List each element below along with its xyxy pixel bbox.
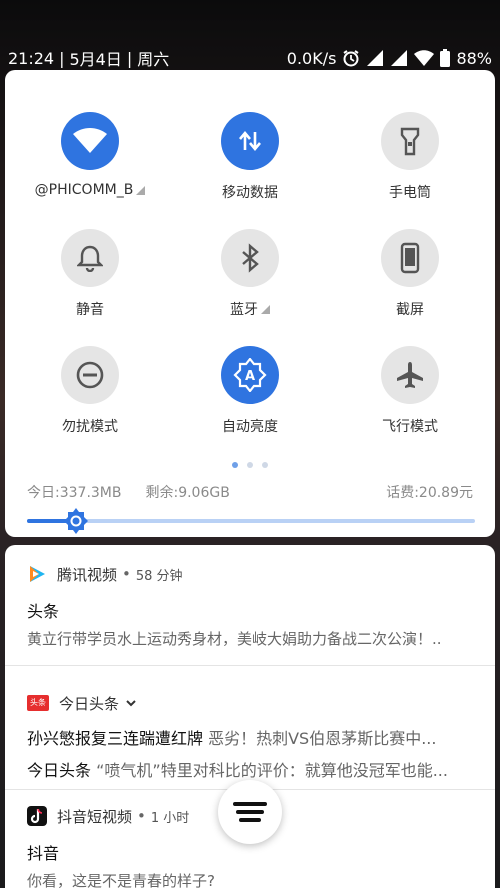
slider-track [27, 519, 475, 523]
page-dot[interactable] [247, 462, 253, 468]
tile-bluetooth-label: 蓝牙 [230, 302, 258, 318]
notification-title: 头条 [27, 602, 60, 621]
tile-label: 手电筒 [389, 185, 431, 201]
phone-icon [381, 229, 439, 287]
app-name: 腾讯视频 [57, 565, 118, 584]
tile-label: 勿扰模式 [62, 419, 118, 435]
douyin-icon [27, 806, 47, 826]
notification-tencent-video[interactable]: 腾讯视频 • 58 分钟 头条 黄立行带学员水上运动秀身材，美岐大娟助力备战二次… [5, 562, 495, 649]
news-summary: 恶劣！热刺VS伯恩茅斯比赛中... [208, 729, 437, 748]
news-source: 今日头条 [27, 761, 92, 780]
alarm-icon [342, 49, 360, 67]
news-summary: “喷气机”特里对科比的评价：就算他没冠军也能... [96, 761, 448, 780]
expand-indicator-icon [261, 304, 270, 314]
brightness-thumb-icon[interactable] [62, 507, 90, 535]
tile-mobile-data[interactable]: 移动数据 [170, 112, 330, 202]
airplane-icon [381, 346, 439, 404]
clock: 21:24 [8, 48, 55, 68]
notification-toutiao[interactable]: 头条 今日头条 孙兴慜报复三连踹遭红牌 恶劣！热刺VS伯恩茅斯比赛中... 今日… [5, 691, 495, 781]
notification-time: 58 分钟 [135, 568, 183, 584]
notification-header: 腾讯视频 • 58 分钟 [27, 562, 473, 586]
auto-brightness-icon: A [221, 346, 279, 404]
news-line[interactable]: 孙兴慜报复三连踹遭红牌 恶劣！热刺VS伯恩茅斯比赛中... [27, 725, 473, 749]
wifi-signal-icon [414, 49, 435, 67]
tile-screenshot[interactable]: 截屏 [330, 229, 490, 319]
app-name: 今日头条 [59, 694, 120, 713]
data-usage-row: 今日:337.3MB 剩余:9.06GB 话费:20.89元 [27, 482, 473, 502]
dot-separator: • [122, 565, 131, 583]
tile-airplane[interactable]: 飞行模式 [330, 346, 490, 436]
mobile-data-icon [221, 112, 279, 170]
signal-icon [390, 49, 408, 67]
separator: | [59, 48, 65, 68]
page-indicator [5, 462, 495, 468]
do-not-disturb-icon [61, 346, 119, 404]
tile-label: 静音 [76, 302, 104, 318]
brightness-slider[interactable] [27, 507, 475, 535]
tile-label: 自动亮度 [222, 419, 278, 435]
notification-time: 1 小时 [150, 810, 190, 826]
tile-wifi-label: @PHICOMM_B [34, 182, 134, 198]
svg-text:A: A [245, 369, 255, 384]
tile-label: @PHICOMM_B [35, 182, 146, 198]
tile-flashlight[interactable]: 手电筒 [330, 112, 490, 202]
tile-label: 移动数据 [222, 185, 278, 201]
tile-bluetooth[interactable]: 蓝牙 [170, 229, 330, 319]
phone-balance[interactable]: 话费:20.89元 [386, 482, 473, 502]
chevron-down-icon[interactable] [125, 694, 137, 712]
wifi-icon [61, 112, 119, 170]
dot-separator: • [137, 807, 146, 825]
tile-auto-brightness[interactable]: A 自动亮度 [170, 346, 330, 436]
news-headline: 孙兴慜报复三连踹遭红牌 [27, 729, 204, 748]
signal-icon [366, 49, 384, 67]
tencent-video-icon [27, 564, 47, 584]
app-name: 抖音短视频 [57, 807, 133, 826]
page-dot[interactable] [262, 462, 268, 468]
divider [5, 665, 495, 666]
tile-label: 飞行模式 [382, 419, 438, 435]
menu-line-icon [233, 802, 267, 806]
weekday: 周六 [137, 50, 170, 69]
page-dot[interactable] [232, 462, 238, 468]
status-left: 21:24 | 5月4日 | 周六 [8, 46, 169, 70]
notification-body: 黄立行带学员水上运动秀身材，美岐大娟助力备战二次公演！.. [27, 630, 442, 648]
notification-body: 你看，这是不是青春的样子? [27, 872, 215, 888]
menu-line-icon [236, 810, 264, 814]
battery-icon [440, 49, 451, 67]
manage-notifications-button[interactable] [218, 780, 282, 844]
battery-percent: 88% [456, 48, 492, 68]
status-bar: 21:24 | 5月4日 | 周六 0.0K/s 88% [0, 44, 500, 72]
bell-icon [61, 229, 119, 287]
tile-label: 截屏 [396, 302, 424, 318]
data-today: 今日:337.3MB [27, 485, 122, 501]
tile-wifi[interactable]: @PHICOMM_B [10, 112, 170, 198]
news-line[interactable]: 今日头条 “喷气机”特里对科比的评价：就算他没冠军也能... [27, 757, 473, 781]
date: 5月4日 [69, 50, 122, 69]
flashlight-icon [381, 112, 439, 170]
toutiao-icon: 头条 [27, 695, 49, 711]
expand-indicator-icon [136, 185, 146, 195]
net-speed: 0.0K/s [286, 48, 337, 68]
data-remaining: 剩余:9.06GB [145, 485, 230, 501]
toutiao-icon-text: 头条 [30, 698, 46, 707]
separator: | [126, 48, 133, 68]
bluetooth-icon [221, 229, 279, 287]
menu-line-icon [239, 818, 261, 822]
notification-header: 头条 今日头条 [27, 691, 473, 715]
tile-do-not-disturb[interactable]: 勿扰模式 [10, 346, 170, 436]
tile-label: 蓝牙 [230, 299, 270, 319]
quick-settings-panel: @PHICOMM_B 移动数据 手电筒 静音 蓝牙 截屏 勿扰模式 A 自动亮度… [5, 70, 495, 537]
status-right: 0.0K/s 88% [287, 49, 492, 68]
tile-silent[interactable]: 静音 [10, 229, 170, 319]
